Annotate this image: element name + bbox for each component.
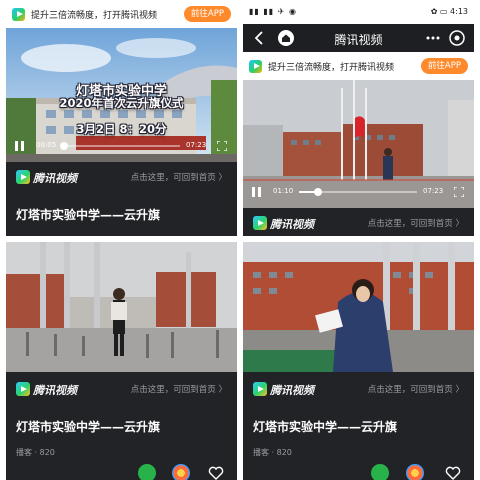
- heart-icon[interactable]: [207, 464, 225, 480]
- video-meta: 播客 · 820: [16, 448, 55, 457]
- tencent-video-logo-icon: [253, 382, 267, 396]
- overlay-event-title: 2020年首次云升旗仪式: [59, 96, 184, 110]
- video-player[interactable]: [243, 242, 474, 372]
- more-icon[interactable]: [424, 29, 442, 47]
- video-player[interactable]: 灯塔市实验中学 2020年首次云升旗仪式 3月2日 8：20分 00:05 07…: [6, 28, 237, 162]
- fullscreen-icon[interactable]: [454, 187, 464, 197]
- video-card-1: 提升三倍流畅度，打开腾讯视频 前往APP 灯塔市实验中学 2020年首次云升旗仪…: [6, 0, 237, 236]
- play-pause-icon[interactable]: [15, 141, 24, 151]
- video-card-2: ▮▮ ▮▮ ✈ ◉ ✿ ▭ 4:13 腾讯视频 提升三倍流畅度，打开腾讯视频 前…: [243, 0, 474, 236]
- video-player[interactable]: [6, 242, 237, 372]
- player-controls: 01:10 07:23: [243, 184, 474, 200]
- back-home-link[interactable]: 点击这里，可回到首页 〉: [131, 171, 227, 183]
- video-card-3: 腾讯视频 点击这里，可回到首页 〉 灯塔市实验中学——云升旗 播客 · 820: [6, 242, 237, 480]
- wechat-icon[interactable]: [371, 464, 389, 480]
- tencent-video-logo-icon: [249, 59, 262, 73]
- video-meta: 播客 · 820: [253, 448, 292, 457]
- promo-text: 提升三倍流畅度，打开腾讯视频: [268, 62, 395, 73]
- wechat-icon[interactable]: [138, 464, 156, 480]
- total-time: 07:23: [423, 187, 444, 195]
- progress-bar[interactable]: [299, 188, 417, 196]
- action-icons: [243, 464, 474, 480]
- video-title: 灯塔市实验中学——云升旗: [253, 420, 398, 434]
- back-home-link[interactable]: 点击这里，可回到首页 〉: [368, 383, 464, 395]
- speaker-scene: [6, 242, 237, 372]
- progress-bar[interactable]: [60, 142, 180, 150]
- brand-row: 腾讯视频 点击这里，可回到首页 〉: [243, 378, 474, 400]
- video-title: 灯塔市实验中学——云升旗: [16, 420, 161, 434]
- open-app-button[interactable]: 前往APP: [420, 58, 468, 74]
- brand-name: 腾讯视频: [33, 384, 77, 397]
- open-app-button[interactable]: 前往APP: [183, 6, 231, 22]
- promo-bar[interactable]: 提升三倍流畅度，打开腾讯视频 前往APP: [6, 0, 237, 28]
- back-home-link[interactable]: 点击这里，可回到首页 〉: [368, 217, 464, 229]
- tencent-video-logo-icon: [253, 216, 267, 230]
- video-card-4: 腾讯视频 点击这里，可回到首页 〉 灯塔市实验中学——云升旗 播客 · 820: [243, 242, 474, 480]
- video-player[interactable]: 01:10 07:23: [243, 80, 474, 208]
- play-pause-icon[interactable]: [252, 187, 261, 197]
- brand-row: 腾讯视频 点击这里，可回到首页 〉: [6, 166, 237, 188]
- promo-bar[interactable]: 提升三倍流畅度，打开腾讯视频 前往APP: [243, 52, 474, 80]
- brand-name: 腾讯视频: [270, 218, 314, 231]
- nav-bar: 腾讯视频: [243, 24, 474, 52]
- current-time: 00:05: [36, 141, 57, 149]
- reader-scene: [243, 242, 474, 372]
- current-time: 01:10: [273, 187, 294, 195]
- player-controls: 00:05 07:23: [6, 138, 237, 154]
- progress-handle[interactable]: [60, 142, 69, 150]
- brand-row: 腾讯视频 点击这里，可回到首页 〉: [243, 212, 474, 234]
- overlay-date-time: 3月2日 8：20分: [76, 122, 167, 136]
- battery-clock: ✿ ▭ 4:13: [430, 7, 468, 16]
- tencent-video-logo-icon: [16, 382, 30, 396]
- video-title: 灯塔市实验中学——云升旗: [16, 208, 161, 222]
- brand-row: 腾讯视频 点击这里，可回到首页 〉: [6, 378, 237, 400]
- tencent-video-logo-icon: [12, 7, 25, 21]
- target-icon[interactable]: [448, 29, 466, 47]
- brand-name: 腾讯视频: [33, 172, 77, 185]
- share-icon[interactable]: [172, 464, 190, 480]
- share-icon[interactable]: [406, 464, 424, 480]
- signal-indicators: ▮▮ ▮▮ ✈ ◉: [249, 7, 297, 16]
- progress-handle[interactable]: [313, 188, 322, 196]
- heart-icon[interactable]: [444, 464, 462, 480]
- total-time: 07:23: [186, 141, 207, 149]
- status-bar: ▮▮ ▮▮ ✈ ◉ ✿ ▭ 4:13: [243, 0, 474, 24]
- tencent-video-logo-icon: [16, 170, 30, 184]
- promo-text: 提升三倍流畅度，打开腾讯视频: [31, 10, 158, 21]
- action-icons: [6, 464, 237, 480]
- back-home-link[interactable]: 点击这里，可回到首页 〉: [131, 383, 227, 395]
- brand-name: 腾讯视频: [270, 384, 314, 397]
- fullscreen-icon[interactable]: [217, 141, 227, 151]
